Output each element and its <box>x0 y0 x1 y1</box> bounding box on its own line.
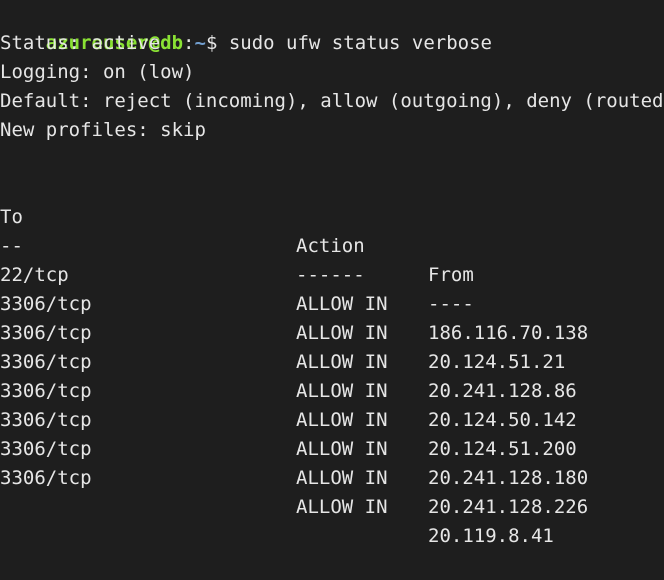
table-row: 3306/tcp ALLOW IN 20.124.51.21 <box>0 261 664 373</box>
table-row: 3306/tcp ALLOW IN 20.124.50.142 <box>0 319 664 431</box>
row-from: 20.119.8.41 <box>428 525 554 547</box>
prompt-symbol: $ <box>205 32 218 54</box>
row-action: ALLOW IN <box>296 467 388 489</box>
table-row: 3306/tcp ALLOW IN 20.124.51.200 <box>0 348 664 460</box>
terminal-window[interactable]: azureuser@db:~$ sudo ufw status verbose … <box>0 0 664 547</box>
row-action: ALLOW IN <box>296 496 388 518</box>
table-header: To Action From <box>0 174 664 286</box>
table-row: 3306/tcp ALLOW IN 20.241.128.226 <box>0 406 664 518</box>
new-profiles-line: New profiles: skip <box>0 119 206 141</box>
table-header-underline: -- ------ ---- <box>0 203 664 315</box>
default-policy-line: Default: reject (incoming), allow (outgo… <box>0 90 664 112</box>
prompt-path: ~ <box>194 32 206 54</box>
command-text: sudo ufw status verbose <box>228 32 492 54</box>
row-from: 20.241.128.180 <box>428 467 589 489</box>
table-row: 3306/tcp ALLOW IN 20.119.8.41 <box>0 435 664 547</box>
table-row: 3306/tcp ALLOW IN 20.241.128.86 <box>0 290 664 402</box>
logging-line: Logging: on (low) <box>0 61 195 83</box>
prompt-separator: : <box>183 32 195 54</box>
table-row: 22/tcp ALLOW IN 186.116.70.138 <box>0 232 664 344</box>
row-to: 3306/tcp <box>0 467 92 489</box>
row-from: 20.241.128.226 <box>428 496 589 518</box>
prompt-line: azureuser@db:~$ sudo ufw status verbose <box>0 0 492 54</box>
table-row: 3306/tcp ALLOW IN 20.241.128.180 <box>0 377 664 489</box>
status-line: Status: active <box>0 32 161 54</box>
